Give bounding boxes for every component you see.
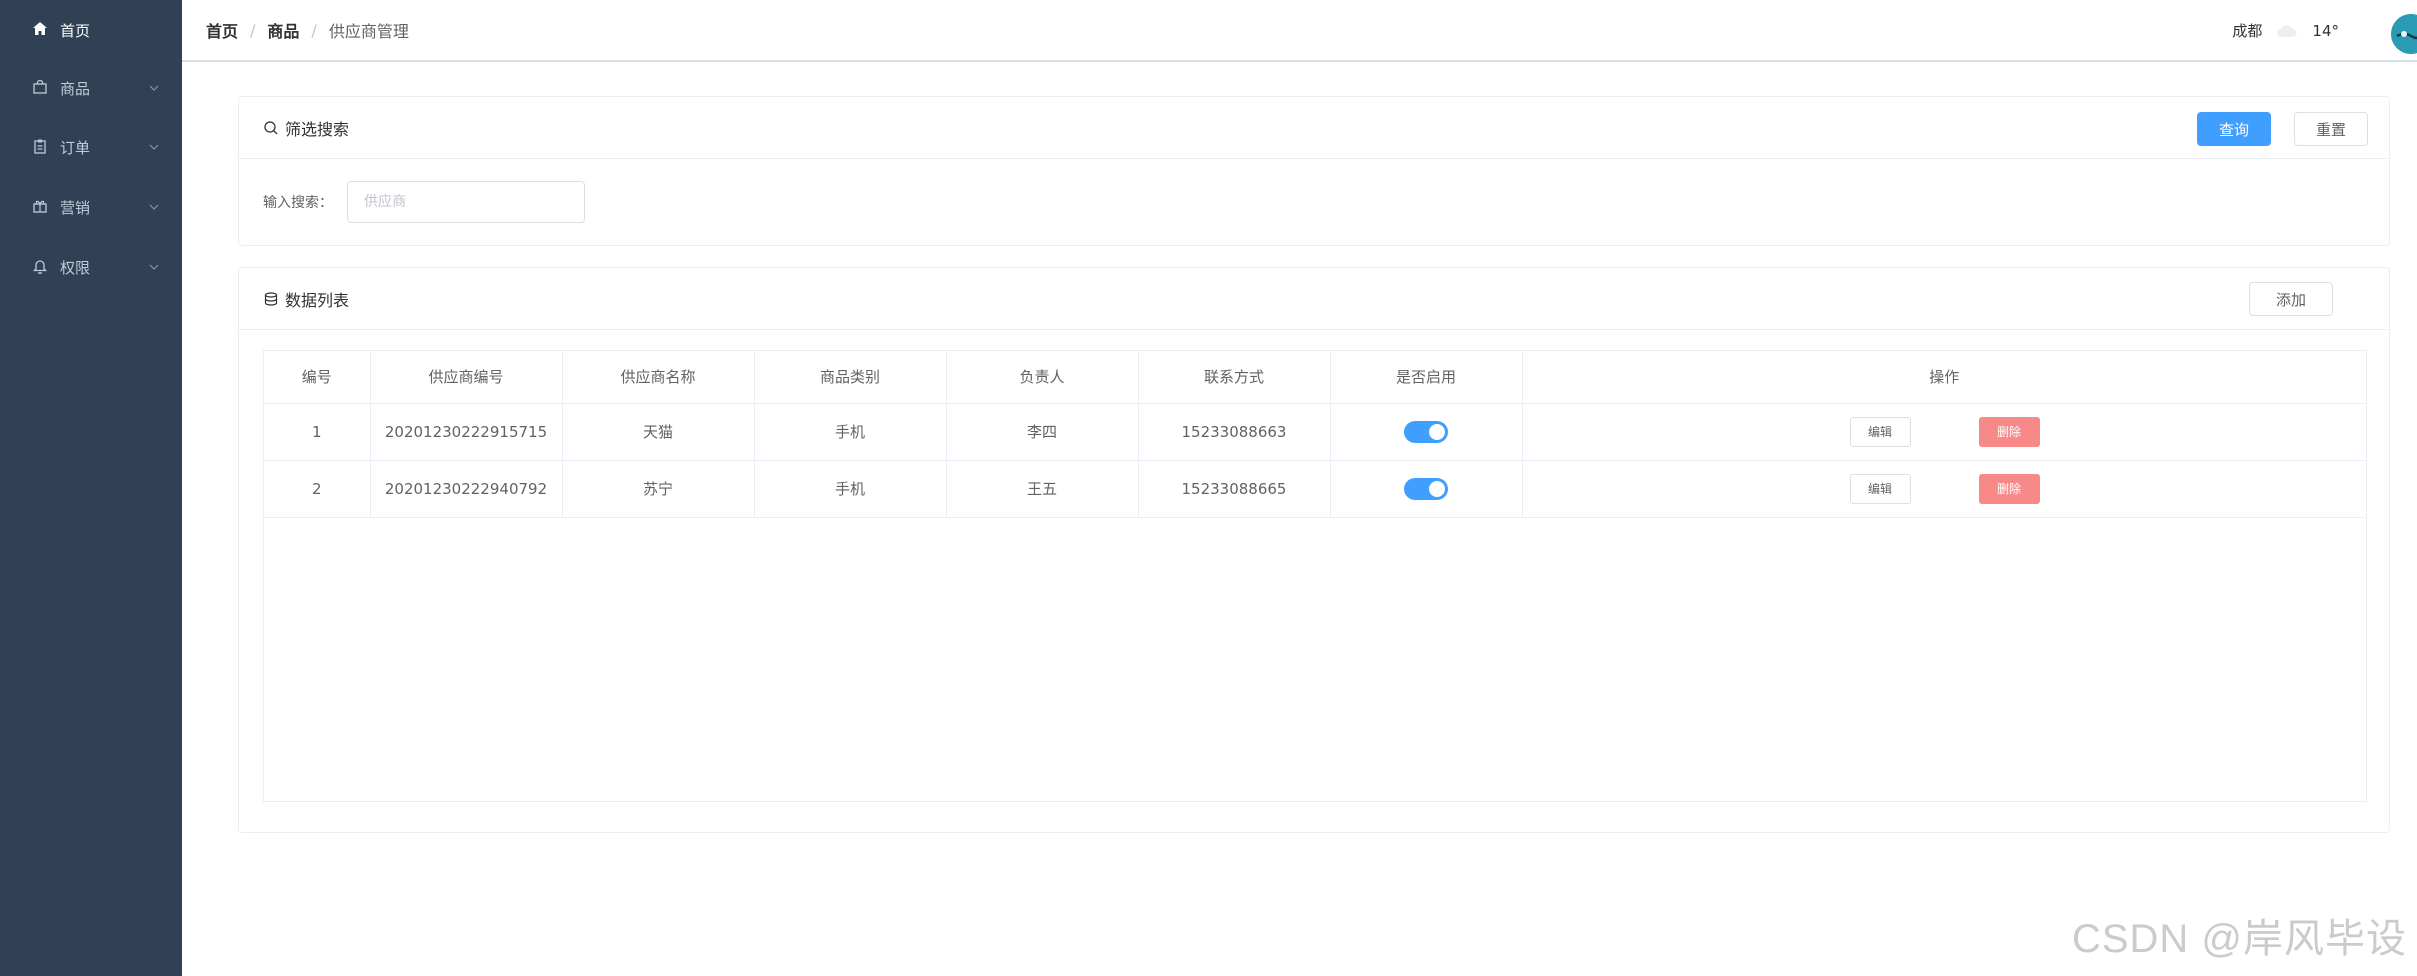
gift-icon <box>32 198 50 216</box>
column-header: 供应商编号 <box>370 351 563 404</box>
cell-supplier-name: 天猫 <box>562 403 755 461</box>
clipboard-icon <box>32 138 50 156</box>
cell-enabled <box>1330 403 1523 461</box>
avatar[interactable] <box>2391 14 2417 54</box>
column-header: 供应商名称 <box>562 351 755 404</box>
toggle-knob <box>1429 480 1445 497</box>
column-header: 操作 <box>1522 351 2366 404</box>
sidebar: 首页 商品 订单 营销 权限 <box>0 0 182 976</box>
cell-category: 手机 <box>754 403 947 461</box>
breadcrumb-current: 供应商管理 <box>328 22 409 41</box>
cloud-icon <box>2276 24 2298 38</box>
sidebar-item-label: 订单 <box>60 138 91 157</box>
database-icon <box>263 291 279 307</box>
bell-icon <box>32 258 50 276</box>
sidebar-item-home[interactable]: 首页 <box>0 0 182 60</box>
cell-id: 2 <box>264 460 371 518</box>
column-header: 负责人 <box>946 351 1139 404</box>
edit-button[interactable]: 编辑 <box>1849 473 1911 504</box>
search-label: 输入搜索： <box>263 195 333 211</box>
chevron-down-icon <box>148 141 160 153</box>
cell-id: 1 <box>264 403 371 461</box>
toggle-knob <box>1429 423 1445 440</box>
enabled-toggle[interactable] <box>1404 477 1448 500</box>
breadcrumb-goods[interactable]: 商品 <box>267 18 299 42</box>
weather-city: 成都 <box>2232 22 2263 40</box>
query-button[interactable]: 查询 <box>2197 112 2271 146</box>
sidebar-item-label: 首页 <box>60 21 91 40</box>
delete-button[interactable]: 删除 <box>1978 416 2040 447</box>
breadcrumb-separator: / <box>311 20 317 40</box>
chevron-down-icon <box>148 82 160 94</box>
cell-supplier-code: 20201230222915715 <box>370 403 563 461</box>
cell-actions: 编辑 删除 <box>1522 403 2366 461</box>
reset-button[interactable]: 重置 <box>2294 112 2368 146</box>
add-button[interactable]: 添加 <box>2249 282 2333 316</box>
breadcrumb: 首页 / 商品 / 供应商管理 <box>206 18 409 42</box>
filter-card-header: 筛选搜索 查询 重置 <box>239 97 2389 159</box>
supplier-search-input[interactable] <box>347 181 585 223</box>
cell-actions: 编辑 删除 <box>1522 460 2366 518</box>
column-header: 联系方式 <box>1138 351 1331 404</box>
data-list-card: 数据列表 添加 编号 供应商编号 供应商名称 商品类别 负责人 联系方式 是否启… <box>238 267 2390 833</box>
column-header: 是否启用 <box>1330 351 1523 404</box>
column-header: 编号 <box>264 351 371 404</box>
table-row: 2 20201230222940792 苏宁 手机 王五 15233088665… <box>264 460 2366 518</box>
data-list-header: 数据列表 添加 <box>239 268 2389 330</box>
delete-button[interactable]: 删除 <box>1978 473 2040 504</box>
search-form-row: 输入搜索： <box>239 159 2389 245</box>
sidebar-item-label: 商品 <box>60 79 91 98</box>
filter-card-title: 筛选搜索 <box>285 119 350 139</box>
column-header: 商品类别 <box>754 351 947 404</box>
table-header-row: 编号 供应商编号 供应商名称 商品类别 负责人 联系方式 是否启用 操作 <box>264 351 2366 404</box>
cell-owner: 李四 <box>946 403 1139 461</box>
chevron-down-icon <box>148 201 160 213</box>
sidebar-item-permissions[interactable]: 权限 <box>0 237 182 297</box>
data-list-title: 数据列表 <box>285 290 350 310</box>
table-row: 1 20201230222915715 天猫 手机 李四 15233088663… <box>264 403 2366 461</box>
sidebar-item-label: 权限 <box>60 258 91 277</box>
cell-phone: 15233088663 <box>1138 403 1331 461</box>
breadcrumb-separator: / <box>250 20 256 40</box>
home-icon <box>32 21 50 39</box>
bag-icon <box>32 79 50 97</box>
filter-card: 筛选搜索 查询 重置 输入搜索： <box>238 96 2390 246</box>
cell-supplier-code: 20201230222940792 <box>370 460 563 518</box>
cell-enabled <box>1330 460 1523 518</box>
cell-owner: 王五 <box>946 460 1139 518</box>
edit-button[interactable]: 编辑 <box>1849 416 1911 447</box>
sidebar-item-orders[interactable]: 订单 <box>0 117 182 177</box>
cell-category: 手机 <box>754 460 947 518</box>
sidebar-item-goods[interactable]: 商品 <box>0 58 182 118</box>
breadcrumb-home[interactable]: 首页 <box>206 18 238 42</box>
weather-widget: 成都 14° <box>2232 20 2339 41</box>
sidebar-item-marketing[interactable]: 营销 <box>0 177 182 237</box>
watermark: CSDN @岸风毕设 <box>2071 917 2407 961</box>
supplier-table: 编号 供应商编号 供应商名称 商品类别 负责人 联系方式 是否启用 操作 1 2… <box>263 350 2367 802</box>
weather-temperature: 14° <box>2312 21 2339 40</box>
cell-supplier-name: 苏宁 <box>562 460 755 518</box>
chevron-down-icon <box>148 261 160 273</box>
sidebar-item-label: 营销 <box>60 198 91 217</box>
cell-phone: 15233088665 <box>1138 460 1331 518</box>
top-navbar: 首页 / 商品 / 供应商管理 成都 14° <box>182 0 2417 62</box>
enabled-toggle[interactable] <box>1404 420 1448 443</box>
search-icon <box>263 120 279 136</box>
